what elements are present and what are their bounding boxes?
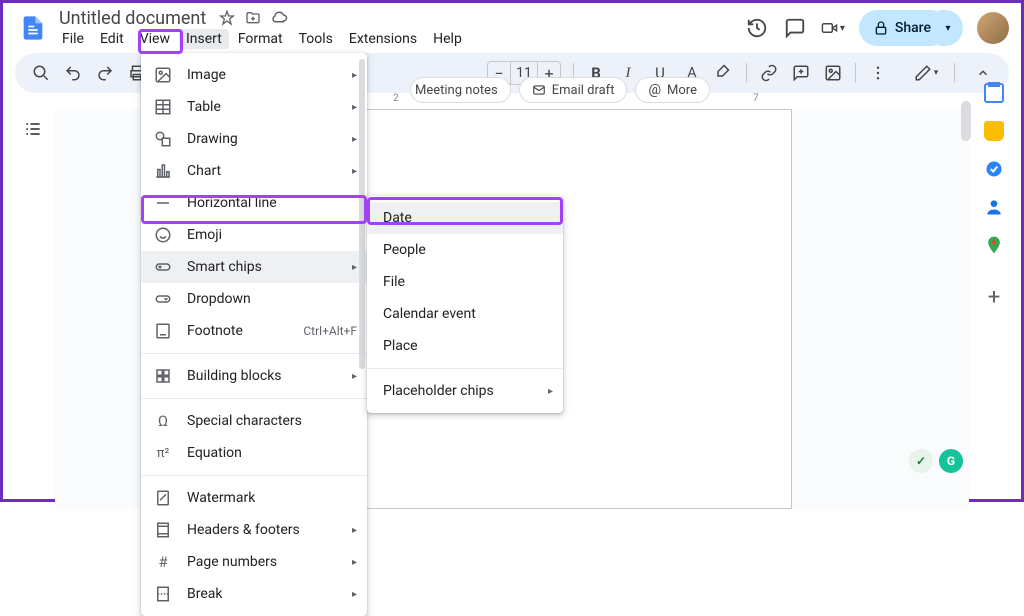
headers-footers-icon <box>153 520 173 540</box>
insert-equation[interactable]: π²Equation <box>141 437 367 469</box>
building-blocks-icon <box>153 366 173 386</box>
break-icon <box>153 584 173 604</box>
chip-more[interactable]: @More <box>635 77 710 103</box>
table-icon <box>153 97 173 117</box>
insert-break[interactable]: Break▸ <box>141 578 367 610</box>
menu-bar: File Edit View Insert Format Tools Exten… <box>55 29 469 49</box>
insert-dropdown[interactable]: Dropdown <box>141 283 367 315</box>
menu-file[interactable]: File <box>55 29 91 49</box>
tasks-app-icon[interactable] <box>984 159 1004 179</box>
insert-page-numbers[interactable]: #Page numbers▸ <box>141 546 367 578</box>
menu-help[interactable]: Help <box>426 29 469 49</box>
insert-watermark[interactable]: Watermark <box>141 482 367 514</box>
insert-building-blocks[interactable]: Building blocks▸ <box>141 360 367 392</box>
document-title[interactable]: Untitled document <box>55 8 210 29</box>
insert-smart-chips[interactable]: Smart chips▸ <box>141 251 367 283</box>
drawing-icon <box>153 129 173 149</box>
equation-icon: π² <box>153 443 173 463</box>
insert-emoji[interactable]: Emoji <box>141 219 367 251</box>
smart-chip-placeholder[interactable]: Placeholder chips▸ <box>367 375 563 407</box>
menu-view[interactable]: View <box>133 29 177 49</box>
smart-chip-file[interactable]: File <box>367 266 563 298</box>
smart-chip-people[interactable]: People <box>367 234 563 266</box>
search-icon[interactable] <box>27 59 55 87</box>
menu-tools[interactable]: Tools <box>292 29 340 49</box>
avatar[interactable] <box>977 12 1009 44</box>
insert-hr[interactable]: Horizontal line <box>141 187 367 219</box>
insert-headers-footers[interactable]: Headers & footers▸ <box>141 514 367 546</box>
meet-icon[interactable]: ▾ <box>821 16 845 40</box>
redo-icon[interactable] <box>91 59 119 87</box>
more-icon[interactable] <box>864 59 892 87</box>
grammarly-badge-icon[interactable]: ✓ <box>909 449 933 473</box>
contacts-app-icon[interactable] <box>984 197 1004 217</box>
cloud-status-icon[interactable] <box>270 9 288 27</box>
menu-format[interactable]: Format <box>231 29 290 49</box>
insert-footnote[interactable]: FootnoteCtrl+Alt+F <box>141 315 367 347</box>
chip-meeting-notes[interactable]: Meeting notes <box>410 77 511 103</box>
docs-logo[interactable] <box>15 10 51 46</box>
maps-app-icon[interactable] <box>984 235 1004 255</box>
undo-icon[interactable] <box>59 59 87 87</box>
side-panel: + <box>977 83 1011 313</box>
add-comment-icon[interactable] <box>787 59 815 87</box>
keep-app-icon[interactable] <box>984 121 1004 141</box>
insert-special-chars[interactable]: ΩSpecial characters <box>141 405 367 437</box>
smart-chip-calendar[interactable]: Calendar event <box>367 298 563 330</box>
insert-table[interactable]: Table▸ <box>141 91 367 123</box>
hr-icon <box>153 193 173 213</box>
smart-chips-submenu: Date People File Calendar event Place Pl… <box>367 196 563 413</box>
smart-chips-icon <box>153 257 173 277</box>
menu-extensions[interactable]: Extensions <box>342 29 424 49</box>
insert-chart[interactable]: Chart▸ <box>141 155 367 187</box>
grammarly-icon[interactable]: G <box>939 449 963 473</box>
history-icon[interactable] <box>745 16 769 40</box>
vertical-scrollbar[interactable] <box>961 101 973 489</box>
omega-icon: Ω <box>153 411 173 431</box>
chip-email-draft[interactable]: Email draft <box>519 77 628 103</box>
insert-image-icon[interactable] <box>819 59 847 87</box>
share-label: Share <box>895 20 931 36</box>
emoji-icon <box>153 225 173 245</box>
insert-drawing[interactable]: Drawing▸ <box>141 123 367 155</box>
menu-edit[interactable]: Edit <box>93 29 131 49</box>
show-outline-button[interactable] <box>19 115 47 143</box>
move-icon[interactable] <box>244 9 262 27</box>
smart-chip-place[interactable]: Place <box>367 330 563 362</box>
share-caret[interactable]: ▾ <box>939 10 963 46</box>
floating-actions: ✓ G <box>909 449 963 473</box>
footnote-icon <box>153 321 173 341</box>
smart-chip-date[interactable]: Date <box>367 202 563 234</box>
watermark-icon <box>153 488 173 508</box>
menu-insert[interactable]: Insert <box>179 29 229 49</box>
insert-menu-dropdown: Image▸ Table▸ Drawing▸ Chart▸ Horizontal… <box>141 53 367 616</box>
menu-scrollbar[interactable] <box>359 59 365 369</box>
insert-image[interactable]: Image▸ <box>141 59 367 91</box>
comments-icon[interactable] <box>783 16 807 40</box>
dropdown-icon <box>153 289 173 309</box>
chart-icon <box>153 161 173 181</box>
calendar-app-icon[interactable] <box>984 83 1004 103</box>
share-button[interactable]: Share <box>859 10 949 46</box>
highlight-icon[interactable] <box>710 59 738 87</box>
star-icon[interactable] <box>218 9 236 27</box>
image-icon <box>153 65 173 85</box>
page-numbers-icon: # <box>153 552 173 572</box>
insert-link-icon[interactable] <box>755 59 783 87</box>
editing-mode-icon[interactable]: ▾ <box>912 59 940 87</box>
get-addons-icon[interactable]: + <box>978 281 1010 313</box>
